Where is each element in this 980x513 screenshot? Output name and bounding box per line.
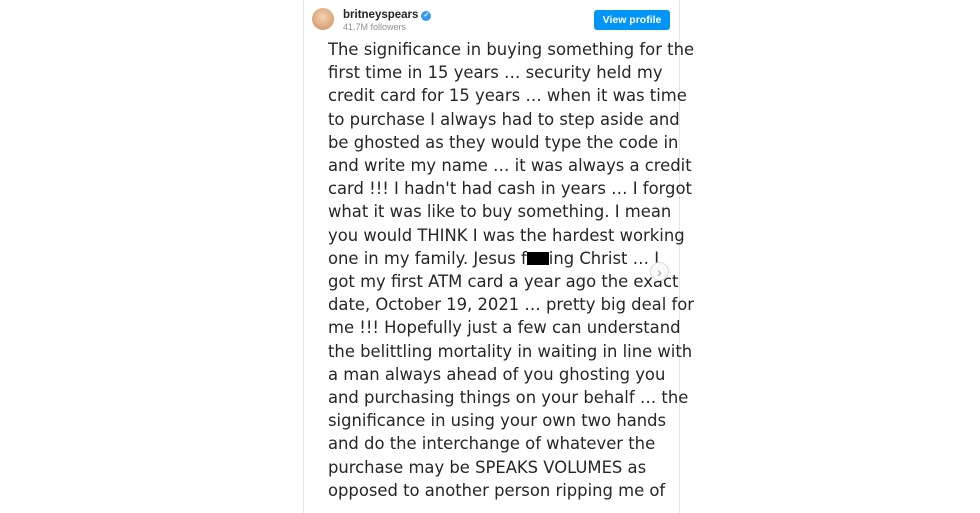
text-line: and do the interchange of whatever the <box>328 434 656 454</box>
text-line: you would THINK I was the hardest workin… <box>328 225 685 245</box>
text-line: me !!! Hopefully just a few can understa… <box>328 318 681 338</box>
username-text[interactable]: britneyspears <box>343 9 418 21</box>
text-line: The significance in buying something for… <box>328 40 695 59</box>
text-line: and write my name … it was always a cred… <box>328 156 692 176</box>
text-line: and purchasing things on your behalf … t… <box>328 388 689 408</box>
text-fragment: one in my family. Jesus f <box>328 248 527 268</box>
text-fragment: ing Christ … I <box>548 248 660 268</box>
chevron-right-icon[interactable]: › <box>650 262 669 281</box>
text-line: date, October 19, 2021 … pretty big deal… <box>328 295 695 315</box>
avatar[interactable] <box>312 8 334 30</box>
text-line: got my first ATM card a year ago the exa… <box>328 272 679 292</box>
text-line: card !!! I hadn't had cash in years … I … <box>328 179 692 199</box>
verified-badge-icon: ✓ <box>421 11 432 21</box>
text-line: significance in using your own two hands <box>328 411 667 431</box>
text-line: a man always ahead of you ghosting you <box>328 364 666 384</box>
text-line: opposed to another person ripping me of <box>328 480 666 500</box>
follower-count: 41.7M followers <box>343 22 407 32</box>
censor-bar <box>526 251 549 265</box>
text-line: the belittling mortality in waiting in l… <box>328 341 693 361</box>
text-line: first time in 15 years … security held m… <box>328 63 663 83</box>
text-line: what it was like to buy something. I mea… <box>328 202 672 222</box>
username[interactable]: britneyspears ✓ <box>343 9 432 21</box>
text-line: be ghosted as they would type the code i… <box>328 132 679 152</box>
text-line: to purchase I always had to step aside a… <box>328 109 680 129</box>
text-line-censored: one in my family. Jesus f ing Christ … I <box>328 247 663 270</box>
text-line: purchase may be SPEAKS VOLUMES as <box>328 457 647 477</box>
post-header: britneyspears ✓ 41.7M followers View prof… <box>304 0 679 38</box>
view-profile-button[interactable]: View profile <box>594 10 670 30</box>
instagram-embed: britneyspears ✓ 41.7M followers View prof… <box>303 0 695 513</box>
text-line: credit card for 15 years … when it was t… <box>328 86 687 106</box>
post-text: The significance in buying something for… <box>328 38 695 502</box>
